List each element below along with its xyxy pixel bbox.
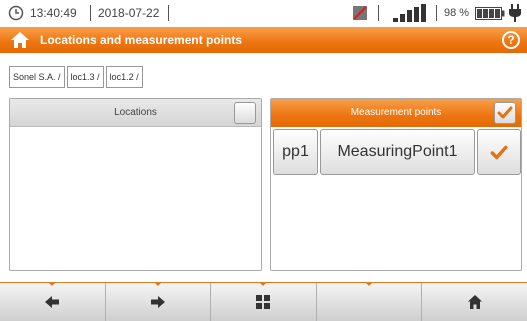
home-button[interactable] xyxy=(422,283,527,321)
signal-strength-icon xyxy=(393,4,426,22)
forward-button[interactable] xyxy=(106,282,212,321)
breadcrumb-item[interactable]: loc1.3 / xyxy=(66,66,104,88)
measurement-point-name[interactable]: MeasuringPoint1 xyxy=(320,129,475,175)
locations-panel: Locations xyxy=(9,98,262,271)
help-icon[interactable]: ? xyxy=(502,31,520,49)
battery-icon xyxy=(475,7,505,20)
button-notch xyxy=(48,282,57,286)
home-icon xyxy=(467,295,482,309)
locations-select-all-checkbox[interactable] xyxy=(234,102,256,124)
bottom-toolbar xyxy=(0,282,527,321)
breadcrumb-item[interactable]: loc1.2 / xyxy=(105,66,143,88)
measurement-point-checkbox[interactable] xyxy=(477,129,521,175)
time-display: 13:40:49 xyxy=(30,6,77,20)
measurement-point-row[interactable]: pp1 MeasuringPoint1 xyxy=(273,129,521,175)
measurement-points-header[interactable]: Measurement points xyxy=(271,99,521,127)
empty-button[interactable] xyxy=(317,282,423,321)
divider xyxy=(436,5,437,21)
arrow-right-icon xyxy=(150,296,165,308)
measurement-point-id[interactable]: pp1 xyxy=(273,129,318,175)
button-notch xyxy=(153,282,162,286)
status-bar: 13:40:49 2018-07-22 98 % xyxy=(0,0,527,27)
locations-header[interactable]: Locations xyxy=(10,99,261,127)
measurement-points-header-label: Measurement points xyxy=(350,107,442,118)
measurement-points-select-all-checkbox[interactable] xyxy=(494,102,516,124)
divider xyxy=(90,5,91,21)
power-plug-icon xyxy=(509,4,521,22)
divider xyxy=(168,5,169,21)
grid-icon xyxy=(256,295,271,309)
title-bar: Locations and measurement points ? xyxy=(0,27,527,53)
button-notch xyxy=(365,282,374,286)
back-button[interactable] xyxy=(0,282,106,321)
locations-header-label: Locations xyxy=(114,107,157,118)
clock-icon xyxy=(8,5,24,21)
measurement-points-panel: Measurement points pp1 MeasuringPoint1 xyxy=(270,98,522,271)
battery-percent: 98 % xyxy=(444,7,470,19)
grid-view-button[interactable] xyxy=(211,282,317,321)
breadcrumb-item[interactable]: Sonel S.A. / xyxy=(9,66,65,88)
button-notch xyxy=(259,282,268,286)
divider xyxy=(378,5,379,21)
memory-card-warning-icon xyxy=(353,6,367,20)
checkmark-icon xyxy=(497,106,513,119)
page-title: Locations and measurement points xyxy=(40,33,243,47)
arrow-left-icon xyxy=(45,296,60,308)
checkmark-icon xyxy=(490,145,508,160)
home-icon[interactable] xyxy=(10,31,30,49)
breadcrumb: Sonel S.A. / loc1.3 / loc1.2 / xyxy=(9,66,143,88)
date-display: 2018-07-22 xyxy=(98,6,160,20)
